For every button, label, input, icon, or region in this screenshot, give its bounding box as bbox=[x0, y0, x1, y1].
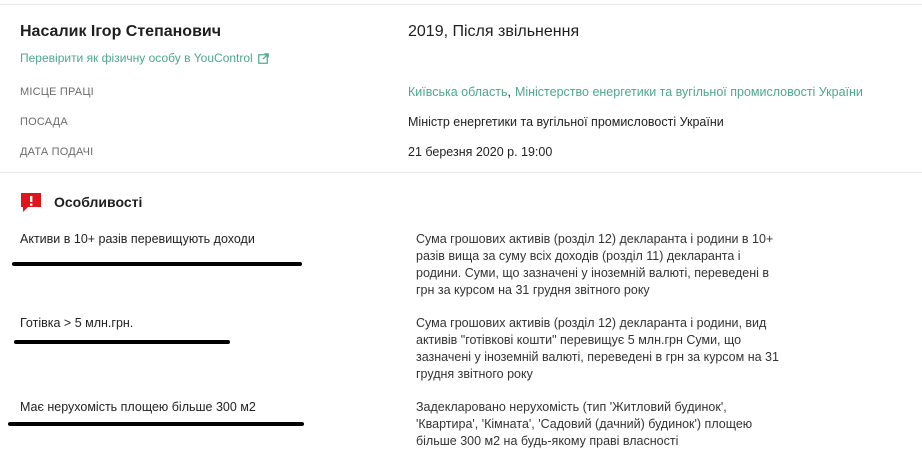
workplace-region-link[interactable]: Київська область bbox=[408, 85, 507, 99]
feature-description: Сума грошових активів (розділ 12) деклар… bbox=[416, 232, 774, 297]
workplace-value: Київська область, Міністерство енергетик… bbox=[408, 85, 863, 99]
position-value: Міністр енергетики та вугільної промисло… bbox=[408, 115, 724, 129]
workplace-label: МІСЦЕ ПРАЦІ bbox=[20, 86, 94, 98]
date-value: 21 березня 2020 р. 19:00 bbox=[408, 145, 553, 159]
feature-name: Має нерухомість площею більше 300 м2 bbox=[20, 400, 256, 414]
youcontrol-link[interactable]: Перевірити як фізичну особу в YouControl bbox=[20, 51, 269, 65]
youcontrol-link-label: Перевірити як фізичну особу в YouControl bbox=[20, 51, 253, 65]
hand-underline bbox=[14, 340, 230, 344]
position-label: ПОСАДА bbox=[20, 116, 68, 128]
declaration-year: 2019, Після звільнення bbox=[408, 23, 580, 40]
features-title: Особливості bbox=[54, 194, 143, 210]
person-name: Насалик Ігор Степанович bbox=[20, 23, 222, 40]
top-divider bbox=[0, 4, 922, 5]
alert-flag-icon bbox=[21, 193, 41, 212]
hand-underline bbox=[8, 422, 304, 426]
feature-description: Задекларовано нерухомість (тип 'Житловий… bbox=[416, 400, 753, 448]
external-link-icon bbox=[257, 52, 269, 64]
feature-name: Готівка > 5 млн.грн. bbox=[20, 316, 134, 330]
feature-description: Сума грошових активів (розділ 12) деклар… bbox=[416, 316, 779, 381]
section-divider bbox=[0, 172, 922, 173]
feature-name: Активи в 10+ разів перевищують доходи bbox=[20, 232, 255, 246]
workplace-org-link[interactable]: Міністерство енергетики та вугільної про… bbox=[515, 85, 863, 99]
date-label: ДАТА ПОДАЧІ bbox=[20, 146, 94, 158]
hand-underline bbox=[12, 262, 302, 266]
